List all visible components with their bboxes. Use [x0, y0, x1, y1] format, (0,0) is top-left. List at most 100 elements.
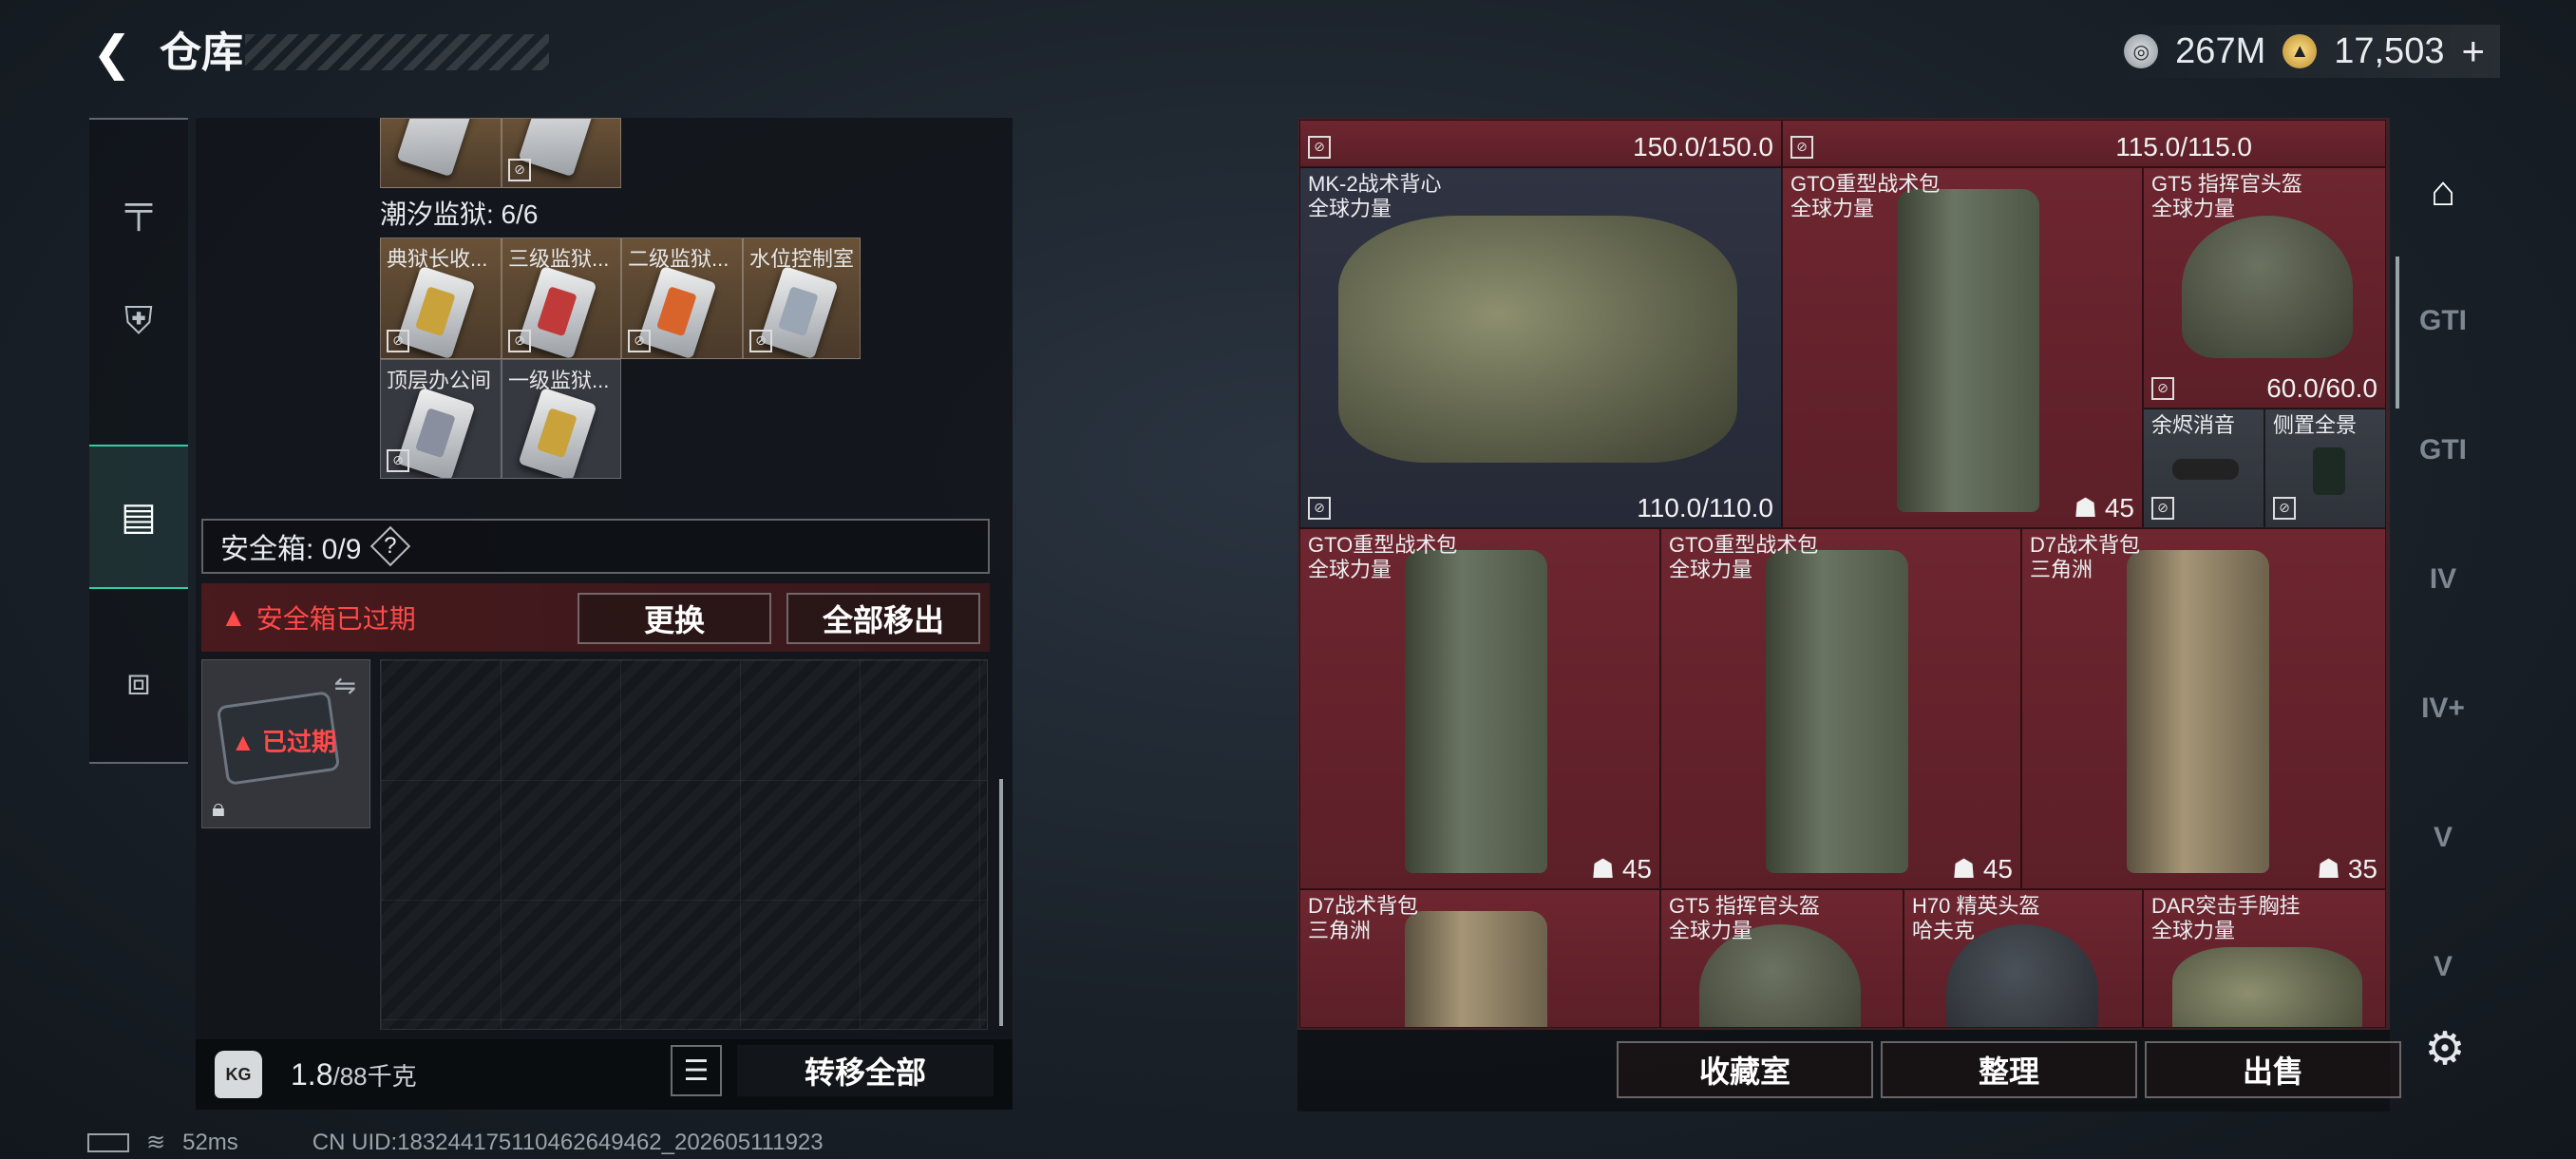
suppressor-icon: [2172, 459, 2239, 480]
toolbox-icon: ⧈: [126, 660, 151, 703]
inventory-scrollbar[interactable]: [999, 779, 1003, 1026]
storage-tab-5[interactable]: V: [2409, 804, 2477, 872]
item-name: 余烬消音: [2151, 413, 2236, 437]
key-card[interactable]: 水位控制室 ⊘: [743, 238, 861, 359]
no-insure-icon: ⊘: [387, 330, 409, 352]
storage-icon: ⌂: [2430, 168, 2456, 215]
backpack-icon: [2127, 550, 2269, 873]
nav-weapons[interactable]: ╤: [89, 148, 188, 266]
item-name: H70 精英头盔 哈夫克: [1912, 894, 2040, 942]
storage-item-rig[interactable]: DAR突击手胸挂 全球力量: [2143, 889, 2386, 1028]
key-card[interactable]: 二级监狱... ⊘: [621, 238, 743, 359]
storage-item-muzzle[interactable]: 余烬消音 ⊘: [2143, 408, 2264, 528]
storage-tab-4[interactable]: IV+: [2409, 674, 2477, 743]
no-insure-icon: ⊘: [2151, 377, 2174, 400]
lock-icon: 🔒︎: [212, 793, 225, 822]
storage-item-scope[interactable]: 侧置全景 ⊘: [2264, 408, 2386, 528]
battery-icon: [87, 1132, 129, 1152]
storage-tab-6[interactable]: V: [2409, 933, 2477, 1001]
key-card[interactable]: 顶层办公间 ⊘: [380, 359, 502, 479]
warning-icon: ▲: [220, 602, 247, 632]
settings-button[interactable]: ⚙: [2416, 1020, 2473, 1077]
storage-item-backpack[interactable]: D7战术背包 三角洲 ☗ 35: [2021, 528, 2386, 889]
storage-item-helmet[interactable]: GT5 指挥官头盔 全球力量 ⊘ 60.0/60.0: [2143, 167, 2386, 408]
storage-item-helmet[interactable]: GT5 指挥官头盔 全球力量: [1660, 889, 1904, 1028]
armor-icon: ⛨: [124, 299, 153, 342]
backpack-icon: ▤: [121, 496, 157, 538]
collection-button[interactable]: 收藏室: [1617, 1041, 1873, 1098]
no-insure-icon: ⊘: [387, 449, 409, 472]
storage-item-backpack[interactable]: GTO重型战术包 全球力量 ☗ 45: [1660, 528, 2021, 889]
sell-button[interactable]: 出售: [2145, 1041, 2401, 1098]
item-name: D7战术背包 三角洲: [1308, 894, 1419, 942]
status-bar: ≋ 52ms CN UID:1832441751104626494​62_202…: [87, 1129, 824, 1156]
chevron-left-icon: ❮: [92, 27, 132, 80]
sort-button[interactable]: 整理: [1881, 1041, 2137, 1098]
no-insure-icon: ⊘: [2273, 497, 2296, 520]
key-card-label: 顶层办公间: [387, 369, 492, 392]
key-card-label: 水位控制室: [749, 247, 855, 271]
gun-icon: ╤: [124, 185, 153, 228]
replace-button[interactable]: 更换: [578, 593, 771, 644]
no-insure-icon: ⊘: [508, 159, 531, 181]
storage-scrollbar[interactable]: [2396, 256, 2399, 408]
item-name: DAR突击手胸挂 全球力量: [2151, 894, 2301, 942]
safe-box-bar: 安全箱: 0/9 ?: [201, 519, 990, 574]
wifi-icon: ≋: [146, 1130, 166, 1155]
gear-icon: ⚙: [2424, 1024, 2466, 1074]
durability-label: 110.0/110.0: [1637, 493, 1773, 522]
helmet-icon: [2182, 216, 2353, 358]
capacity-label: ☗ 45: [1951, 854, 2013, 884]
storage-item-backpack[interactable]: D7战术背包 三角洲: [1299, 889, 1660, 1028]
capacity-label: ☗ 45: [2073, 493, 2134, 522]
silver-coin-icon: ◎: [2124, 34, 2159, 68]
safe-box-label: 安全箱: 0/9: [220, 534, 362, 565]
expired-notice: 安全箱已过期: [256, 604, 416, 634]
transfer-all-button[interactable]: 转移全部: [737, 1045, 994, 1096]
key-card-label: 三级监狱...: [508, 247, 610, 271]
nav-toolbox[interactable]: ⧈: [89, 623, 188, 741]
storage-tab-3[interactable]: IV: [2409, 545, 2477, 614]
swap-icon: ⇋: [333, 671, 356, 700]
storage-item[interactable]: ⊘ 115.0/115.0: [1782, 120, 2386, 167]
key-card-label: 一级监狱...: [508, 369, 610, 392]
weight-icon: KG: [215, 1051, 262, 1098]
storage-home-tab[interactable]: ⌂: [2409, 158, 2477, 226]
help-button[interactable]: ?: [370, 525, 411, 567]
storage-tab-1[interactable]: GTI: [2409, 287, 2477, 355]
add-gold-button[interactable]: +: [2461, 28, 2485, 74]
storage-item-backpack[interactable]: GTO重型战术包 全球力量 ☗ 45: [1299, 528, 1660, 889]
list-view-button[interactable]: ☰: [671, 1045, 722, 1096]
weight-readout: 1.8/88千克: [291, 1056, 417, 1092]
key-card[interactable]: 典狱长收... ⊘: [380, 238, 502, 359]
nav-backpack[interactable]: ▤: [89, 445, 188, 589]
key-card[interactable]: 三级监狱... ⊘: [502, 238, 621, 359]
storage-item-vest[interactable]: MK-2战术背心 全球力量 ⊘ 110.0/110.0: [1299, 167, 1782, 528]
no-insure-icon: ⊘: [508, 330, 531, 352]
storage-item-helmet[interactable]: H70 精英头盔 哈夫克: [1904, 889, 2143, 1028]
storage-tab-2[interactable]: GTI: [2409, 416, 2477, 484]
item-name: GTO重型战术包 全球力量: [1669, 533, 1819, 581]
back-button[interactable]: ❮: [84, 27, 141, 80]
no-insure-icon: ⊘: [1308, 497, 1331, 520]
storage-item-backpack[interactable]: GTO重型战术包 全球力量 ☗ 45: [1782, 167, 2143, 528]
category-nav: ╤ ⛨ ▤ ⧈: [89, 118, 188, 764]
key-card-partial[interactable]: [380, 118, 502, 188]
capacity-label: ☗ 35: [2316, 854, 2377, 884]
key-card-partial[interactable]: ⊘: [502, 118, 621, 188]
no-insure-icon: ⊘: [1308, 136, 1331, 159]
no-insure-icon: ⊘: [1790, 136, 1813, 159]
no-insure-icon: ⊘: [749, 330, 772, 352]
safe-box-grid: [380, 659, 988, 1030]
nav-armor[interactable]: ⛨: [89, 262, 188, 380]
backpack-icon: [1766, 550, 1908, 873]
key-card[interactable]: 一级监狱...: [502, 359, 621, 479]
no-insure-icon: ⊘: [2151, 497, 2174, 520]
item-name: GTO重型战术包 全球力量: [1790, 172, 1941, 220]
item-name: 侧置全景: [2273, 413, 2358, 437]
expired-tag: ▲ 已过期: [231, 728, 336, 756]
remove-all-button[interactable]: 全部移出: [786, 593, 980, 644]
storage-item[interactable]: ⊘ 150.0/150.0: [1299, 120, 1782, 167]
item-name: GT5 指挥官头盔 全球力量: [2151, 172, 2302, 220]
safe-box-slot[interactable]: ⇋ ▲ 已过期 🔒︎: [201, 659, 370, 828]
